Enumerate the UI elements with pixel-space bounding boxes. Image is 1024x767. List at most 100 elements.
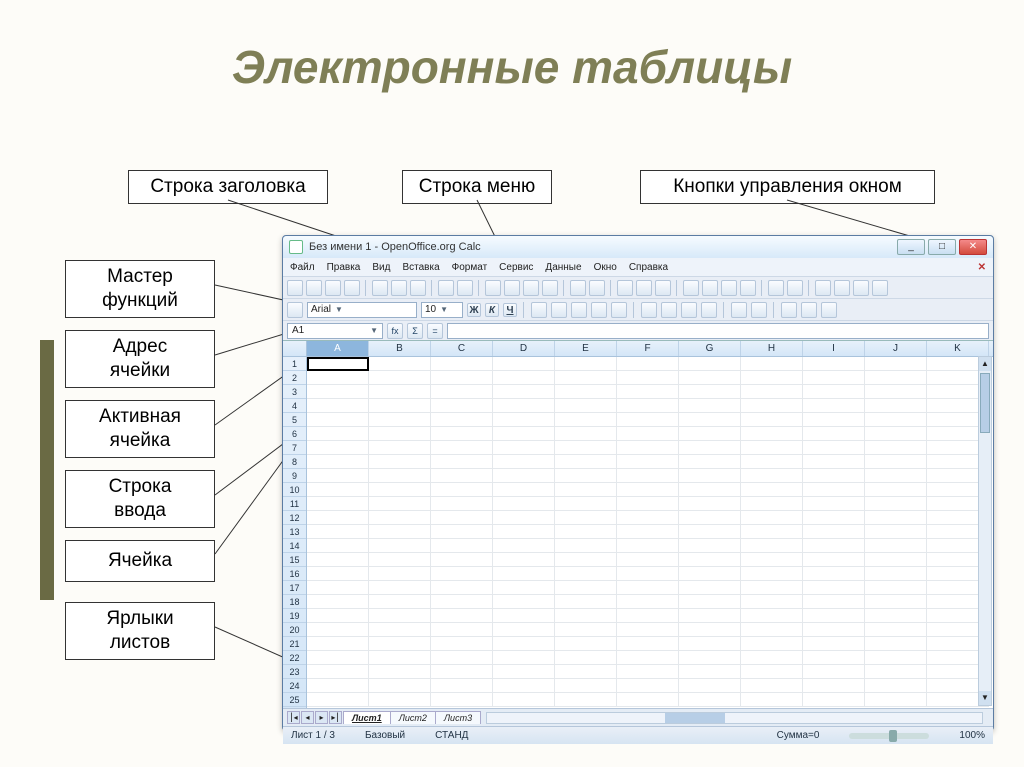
cell[interactable] [865, 385, 927, 399]
cell[interactable] [865, 651, 927, 665]
cell[interactable] [617, 427, 679, 441]
cell[interactable] [431, 693, 493, 707]
row-header[interactable]: 24 [283, 679, 306, 693]
cell[interactable] [307, 371, 369, 385]
cell[interactable] [617, 665, 679, 679]
cell[interactable] [679, 623, 741, 637]
col-header[interactable]: E [555, 341, 617, 356]
cell[interactable] [431, 497, 493, 511]
cell[interactable] [555, 427, 617, 441]
undo-icon[interactable] [570, 280, 586, 296]
cell[interactable] [369, 525, 431, 539]
save-icon[interactable] [325, 280, 341, 296]
decimal-add-icon[interactable] [681, 302, 697, 318]
cell[interactable] [803, 427, 865, 441]
cell[interactable] [803, 637, 865, 651]
cell[interactable] [741, 553, 803, 567]
cell[interactable] [369, 595, 431, 609]
name-box[interactable]: A1▼ [287, 323, 383, 339]
doc-close-button[interactable]: ✕ [975, 261, 989, 274]
cell[interactable] [741, 357, 803, 371]
cell[interactable] [369, 455, 431, 469]
cell[interactable] [307, 525, 369, 539]
cell[interactable] [741, 679, 803, 693]
cell[interactable] [617, 441, 679, 455]
cell[interactable] [369, 469, 431, 483]
decimal-del-icon[interactable] [701, 302, 717, 318]
cell[interactable] [555, 413, 617, 427]
cell[interactable] [493, 399, 555, 413]
cell[interactable] [741, 385, 803, 399]
italic-button[interactable]: К [485, 303, 499, 317]
cell[interactable] [307, 497, 369, 511]
cell[interactable] [679, 427, 741, 441]
cell[interactable] [617, 679, 679, 693]
cell[interactable] [865, 497, 927, 511]
cell[interactable] [369, 553, 431, 567]
cell[interactable] [493, 357, 555, 371]
cell[interactable] [865, 609, 927, 623]
cell[interactable] [369, 427, 431, 441]
tab-nav-next[interactable]: ▸ [315, 711, 328, 724]
cell[interactable] [679, 455, 741, 469]
font-size-combo[interactable]: 10▼ [421, 302, 463, 318]
cell[interactable] [555, 679, 617, 693]
cell[interactable] [431, 665, 493, 679]
sum-button[interactable]: Σ [407, 323, 423, 339]
cell[interactable] [741, 427, 803, 441]
cell[interactable] [679, 665, 741, 679]
cell[interactable] [803, 595, 865, 609]
cell[interactable] [741, 651, 803, 665]
col-header[interactable]: H [741, 341, 803, 356]
row-header[interactable]: 7 [283, 441, 306, 455]
autocheck-icon[interactable] [457, 280, 473, 296]
cell[interactable] [431, 581, 493, 595]
cell[interactable] [741, 665, 803, 679]
cell[interactable] [307, 469, 369, 483]
cell[interactable] [865, 679, 927, 693]
merge-icon[interactable] [611, 302, 627, 318]
cell[interactable] [369, 413, 431, 427]
cell[interactable] [431, 623, 493, 637]
cell[interactable] [679, 595, 741, 609]
cell[interactable] [803, 581, 865, 595]
cell[interactable] [865, 581, 927, 595]
cell[interactable] [369, 581, 431, 595]
sheet-tab[interactable]: Лист1 [343, 711, 391, 724]
cell[interactable] [493, 623, 555, 637]
cell[interactable] [493, 385, 555, 399]
cell[interactable] [555, 567, 617, 581]
row-header[interactable]: 22 [283, 651, 306, 665]
col-header[interactable]: I [803, 341, 865, 356]
cell[interactable] [865, 693, 927, 707]
cell[interactable] [679, 637, 741, 651]
col-header[interactable]: G [679, 341, 741, 356]
select-all-corner[interactable] [283, 341, 306, 357]
cell[interactable] [307, 665, 369, 679]
row-header[interactable]: 21 [283, 637, 306, 651]
a-icon[interactable] [872, 280, 888, 296]
cell[interactable] [803, 413, 865, 427]
cell[interactable] [493, 525, 555, 539]
scroll-down-icon[interactable]: ▼ [979, 691, 991, 705]
menu-tools[interactable]: Сервис [496, 261, 536, 274]
find-icon[interactable] [834, 280, 850, 296]
cell[interactable] [865, 637, 927, 651]
cell[interactable] [679, 399, 741, 413]
cell[interactable] [369, 385, 431, 399]
cell[interactable] [369, 609, 431, 623]
new-icon[interactable] [287, 280, 303, 296]
cell[interactable] [741, 609, 803, 623]
cell[interactable] [865, 665, 927, 679]
cell[interactable] [679, 581, 741, 595]
cell[interactable] [803, 511, 865, 525]
cell[interactable] [431, 469, 493, 483]
cell[interactable] [555, 441, 617, 455]
cell[interactable] [803, 497, 865, 511]
currency-icon[interactable] [641, 302, 657, 318]
cell[interactable] [369, 539, 431, 553]
row-header[interactable]: 2 [283, 371, 306, 385]
styles-icon[interactable] [287, 302, 303, 318]
gallery-icon[interactable] [721, 280, 737, 296]
cell[interactable] [617, 371, 679, 385]
